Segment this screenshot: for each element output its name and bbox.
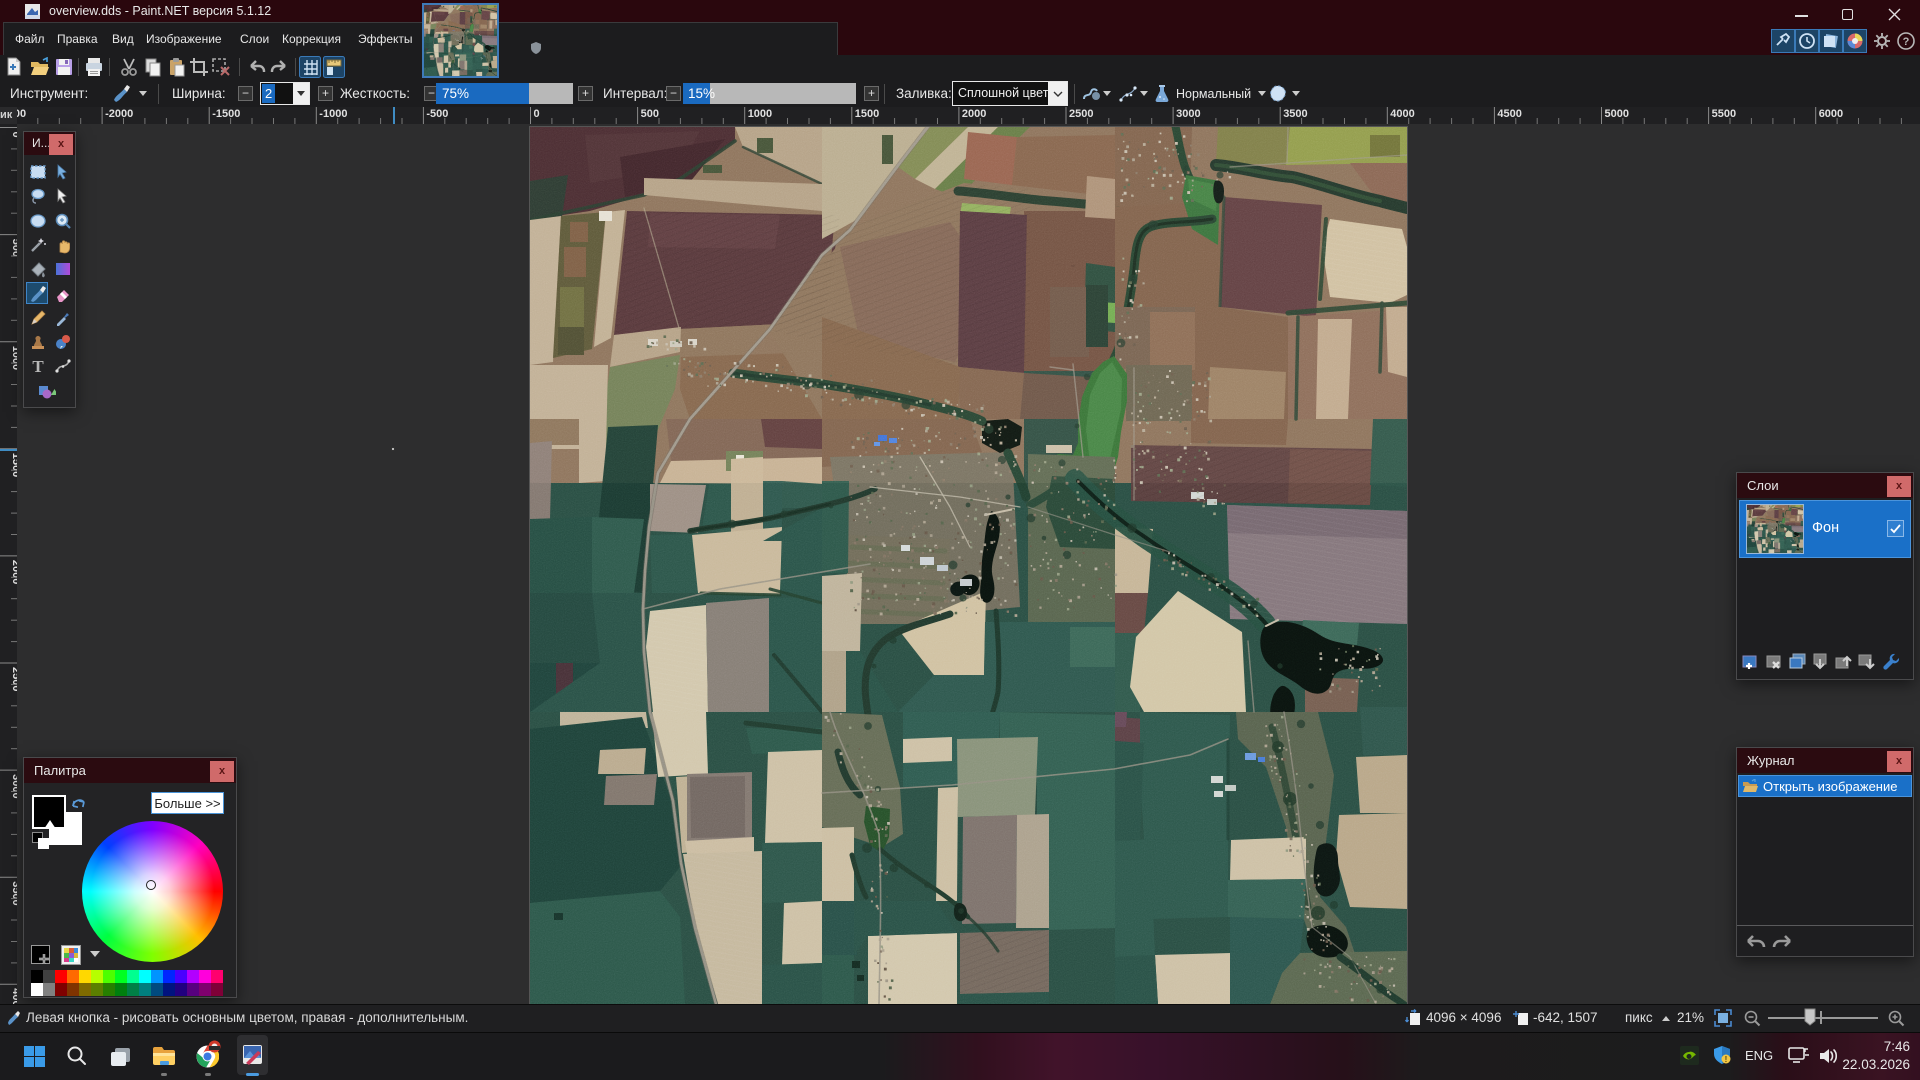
svg-text:500: 500 <box>10 239 17 257</box>
svg-text:1000: 1000 <box>748 108 772 120</box>
svg-text:-2000: -2000 <box>105 108 133 120</box>
svg-text:6000: 6000 <box>1819 108 1843 120</box>
svg-text:5500: 5500 <box>1712 108 1736 120</box>
svg-text:?: ? <box>1903 36 1910 48</box>
svg-text:2500: 2500 <box>1069 108 1093 120</box>
svg-text:-1500: -1500 <box>212 108 240 120</box>
svg-text:5000: 5000 <box>1605 108 1629 120</box>
svg-text:3500: 3500 <box>10 881 17 905</box>
svg-text:3500: 3500 <box>1283 108 1307 120</box>
svg-text:T: T <box>32 357 44 375</box>
svg-text:2000: 2000 <box>10 560 17 584</box>
svg-text:!: ! <box>1725 1055 1728 1064</box>
svg-text:2000: 2000 <box>962 108 986 120</box>
svg-text:0: 0 <box>10 132 17 138</box>
svg-text:4000: 4000 <box>1390 108 1414 120</box>
svg-text:0: 0 <box>534 108 540 120</box>
svg-text:4500: 4500 <box>1497 108 1521 120</box>
svg-text:1000: 1000 <box>10 346 17 370</box>
svg-text:500: 500 <box>641 108 659 120</box>
svg-text:3000: 3000 <box>1176 108 1200 120</box>
svg-text:1500: 1500 <box>10 453 17 477</box>
svg-text:4000: 4000 <box>10 988 17 1004</box>
svg-text:1500: 1500 <box>855 108 879 120</box>
svg-text:-1000: -1000 <box>319 108 347 120</box>
svg-text:2500: 2500 <box>10 667 17 691</box>
svg-text:3000: 3000 <box>10 774 17 798</box>
